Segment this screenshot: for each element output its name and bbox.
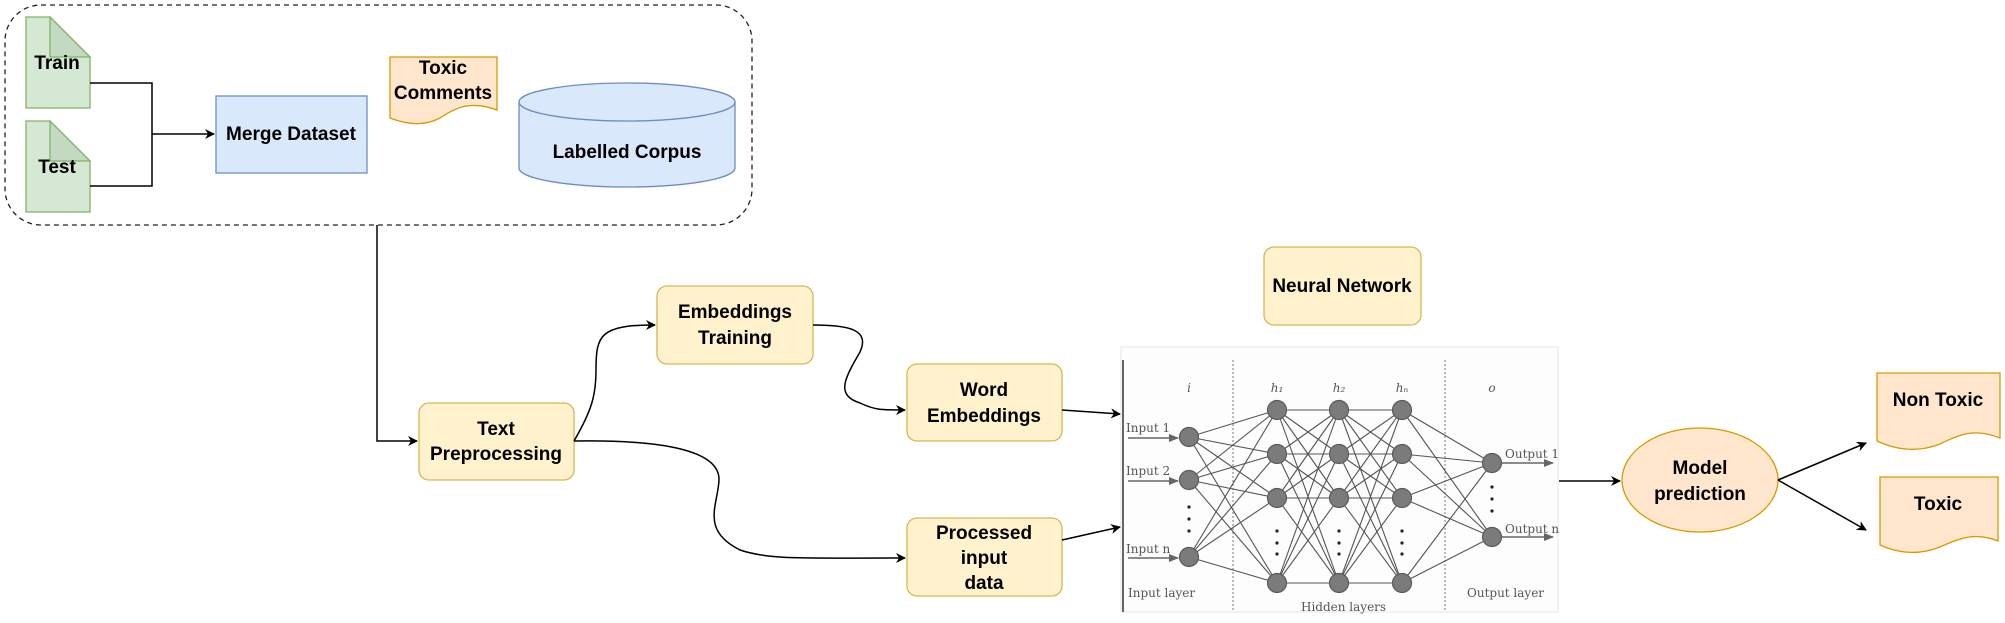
nn-node-hidden-n [1391,572,1413,594]
nn-ellipsis-dot [1400,529,1404,533]
nn-node-hidden-1 [1266,572,1288,594]
nn-ellipsis-dot [1337,552,1341,556]
data-to-preprocessing-edge [376,225,418,446]
prediction-to-non-toxic-edge [1777,441,1867,481]
train-label: Train [34,53,79,74]
neural-network-box[interactable]: Neural Network [1263,246,1422,326]
nn-node-input [1178,546,1200,568]
nn-node-hidden-n [1391,487,1413,509]
processed-input-line3: data [964,573,1004,594]
labelled-corpus-database[interactable]: Labelled Corpus [518,82,736,188]
neural-network-label: Neural Network [1272,276,1412,297]
processed-input-line1: Processed [936,523,1032,544]
nn-ellipsis-dot [1337,541,1341,545]
train-to-merge-edge [90,82,153,187]
pipeline-diagram: Train Test Merge Dataset Toxic Comments … [4,4,2001,614]
nn-node-hidden-2 [1328,572,1350,594]
nn-node-hidden-n [1391,443,1413,465]
diagram-canvas: Train Test Merge Dataset Toxic Comments … [0,0,2005,618]
model-prediction-line1: Model [1673,458,1728,479]
nn-ellipsis-dot [1490,485,1494,489]
text-preprocessing-line1: Text [477,419,515,440]
test-label: Test [38,157,76,178]
nn-symbol-hn: hₙ [1396,381,1409,395]
nn-ellipsis-dot [1275,529,1279,533]
nn-node-hidden-n [1391,399,1413,421]
nn-ellipsis-dot [1400,541,1404,545]
merge-dataset-box[interactable]: Merge Dataset [215,95,368,174]
text-preprocessing-box[interactable]: Text Preprocessing [418,402,575,481]
processed-input-data-box[interactable]: Processed input data [906,517,1063,597]
processed-input-line2: input [961,548,1008,569]
nn-node-output [1481,526,1503,548]
nn-symbol-h1: h₁ [1271,381,1284,395]
train-document[interactable]: Train [25,15,92,109]
nn-node-input [1178,426,1200,448]
nn-node-hidden-1 [1266,399,1288,421]
nn-ellipsis-dot [1490,497,1494,501]
nn-symbol-h2: h₂ [1333,381,1346,395]
embeddings-training-box[interactable]: Embeddings Training [656,285,814,365]
text-preprocessing-line2: Preprocessing [430,444,562,465]
nn-node-hidden-2 [1328,443,1350,465]
nn-node-hidden-2 [1328,487,1350,509]
nn-ellipsis-dot [1275,541,1279,545]
nn-node-hidden-1 [1266,443,1288,465]
nn-ellipsis-dot [1337,529,1341,533]
word-embeddings-line2: Embeddings [927,406,1041,427]
neural-network-figure: i h₁ h₂ hₙ o Input 1 Input 2 Input n Out… [1120,346,1559,614]
nn-ellipsis-dot [1275,552,1279,556]
non-toxic-label: Non Toxic [1893,390,1984,411]
model-prediction-line2: prediction [1654,484,1746,505]
toxic-label: Toxic [1914,494,1963,515]
word-embeddings-box[interactable]: Word Embeddings [906,363,1063,442]
toxic-comments-document[interactable]: Toxic Comments [389,56,498,125]
preprocessing-to-embeddings-edge [573,320,656,442]
non-toxic-output-document[interactable]: Non Toxic [1876,372,2001,450]
nn-input-layer-caption: Input layer [1128,586,1195,600]
nn-hidden-layers-caption: Hidden layers [1301,600,1386,614]
nn-symbol-output: o [1488,381,1495,395]
nn-symbol-input: i [1187,381,1191,395]
nn-ellipsis-dot [1187,517,1191,521]
nn-input-2-label: Input 2 [1126,464,1170,478]
nn-output-n-label: Output n [1505,522,1559,536]
nn-ellipsis-dot [1187,505,1191,509]
model-prediction-node[interactable]: Model prediction [1621,427,1779,533]
nn-node-output [1481,452,1503,474]
preprocessing-to-processed-input-edge [573,440,906,564]
word-embeddings-to-network-edge [1061,408,1121,419]
processed-input-to-network-edge [1061,524,1121,541]
nn-input-n-label: Input n [1126,542,1171,556]
nn-node-input [1178,469,1200,491]
merge-dataset-label: Merge Dataset [226,124,357,145]
labelled-corpus-label: Labelled Corpus [553,142,702,163]
nn-ellipsis-dot [1490,509,1494,513]
embeddings-training-line1: Embeddings [678,302,792,323]
embeddings-to-word-embeddings-edge [812,324,906,415]
nn-input-1-label: Input 1 [1126,421,1170,435]
nn-ellipsis-dot [1187,529,1191,533]
embeddings-training-line2: Training [698,328,772,349]
nn-ellipsis-dot [1400,552,1404,556]
prediction-to-toxic-edge [1777,479,1867,531]
word-embeddings-line1: Word [960,380,1008,401]
toxic-output-document[interactable]: Toxic [1879,476,1999,554]
nn-node-hidden-1 [1266,487,1288,509]
nn-output-layer-caption: Output layer [1467,586,1544,600]
toxic-comments-label-line2: Comments [394,83,492,104]
nn-node-hidden-2 [1328,399,1350,421]
nn-output-1-label: Output 1 [1505,447,1559,461]
toxic-comments-label-line1: Toxic [419,58,468,79]
test-document[interactable]: Test [25,119,92,213]
